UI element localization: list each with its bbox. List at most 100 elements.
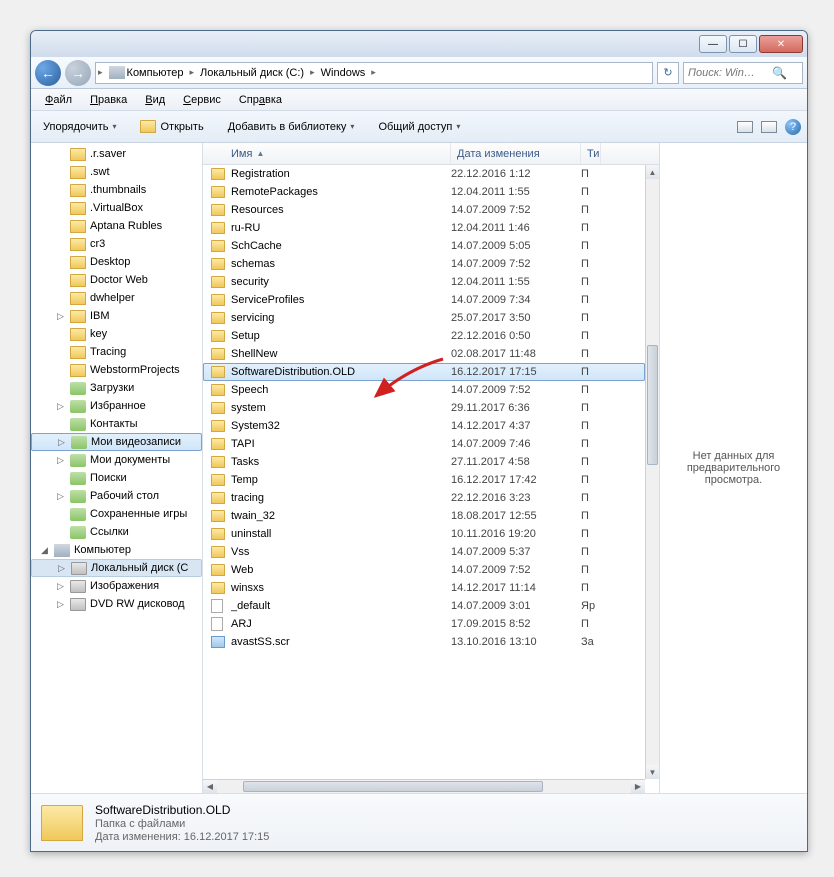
file-row[interactable]: schemas14.07.2009 7:52П (203, 255, 645, 273)
view-mode-button[interactable] (737, 121, 753, 133)
file-list[interactable]: Registration22.12.2016 1:12ПRemotePackag… (203, 165, 645, 779)
path-windows[interactable]: Windows (317, 67, 370, 79)
file-row[interactable]: uninstall10.11.2016 19:20П (203, 525, 645, 543)
open-button[interactable]: Открыть (134, 118, 209, 135)
expand-icon[interactable] (55, 275, 66, 286)
tree-item[interactable]: .thumbnails (31, 181, 202, 199)
help-icon[interactable]: ? (785, 119, 801, 135)
expand-icon[interactable] (55, 221, 66, 232)
file-row[interactable]: avastSS.scr13.10.2016 13:10За (203, 633, 645, 651)
col-type[interactable]: Ти (581, 143, 601, 164)
path-computer[interactable]: Компьютер (105, 66, 188, 79)
menu-help[interactable]: Справка (231, 92, 290, 108)
file-row[interactable]: ServiceProfiles14.07.2009 7:34П (203, 291, 645, 309)
file-row[interactable]: Setup22.12.2016 0:50П (203, 327, 645, 345)
file-row[interactable]: Registration22.12.2016 1:12П (203, 165, 645, 183)
tree-item[interactable]: Ссылки (31, 523, 202, 541)
add-library-button[interactable]: Добавить в библиотеку (222, 119, 361, 135)
expand-icon[interactable] (55, 329, 66, 340)
file-row[interactable]: _default14.07.2009 3:01Яр (203, 597, 645, 615)
expand-icon[interactable]: ▷ (56, 563, 67, 574)
scroll-thumb[interactable] (647, 345, 658, 465)
expand-icon[interactable] (55, 473, 66, 484)
expand-icon[interactable]: ▷ (55, 311, 66, 322)
file-row[interactable]: ARJ17.09.2015 8:52П (203, 615, 645, 633)
file-row[interactable]: security12.04.2011 1:55П (203, 273, 645, 291)
tree-item[interactable]: ◢Компьютер (31, 541, 202, 559)
file-row[interactable]: Temp16.12.2017 17:42П (203, 471, 645, 489)
expand-icon[interactable] (55, 383, 66, 394)
share-button[interactable]: Общий доступ (372, 119, 466, 135)
maximize-button[interactable]: ☐ (729, 35, 757, 53)
file-row[interactable]: servicing25.07.2017 3:50П (203, 309, 645, 327)
file-row[interactable]: winsxs14.12.2017 11:14П (203, 579, 645, 597)
file-row[interactable]: twain_3218.08.2017 12:55П (203, 507, 645, 525)
tree-item[interactable]: ▷Рабочий стол (31, 487, 202, 505)
scroll-left-button[interactable]: ◀ (203, 780, 217, 793)
tree-item[interactable]: cr3 (31, 235, 202, 253)
file-row[interactable]: ShellNew02.08.2017 11:48П (203, 345, 645, 363)
tree-item[interactable]: ▷Изображения (31, 577, 202, 595)
tree-item[interactable]: Загрузки (31, 379, 202, 397)
file-row[interactable]: Resources14.07.2009 7:52П (203, 201, 645, 219)
path-drive[interactable]: Локальный диск (C:) (196, 67, 308, 79)
expand-icon[interactable] (55, 365, 66, 376)
menu-edit[interactable]: Правка (82, 92, 135, 108)
scroll-up-button[interactable]: ▲ (646, 165, 659, 179)
file-row[interactable]: ru-RU12.04.2011 1:46П (203, 219, 645, 237)
nav-tree[interactable]: .r.saver.swt.thumbnails.VirtualBoxAptana… (31, 143, 203, 793)
file-row[interactable]: Tasks27.11.2017 4:58П (203, 453, 645, 471)
expand-icon[interactable]: ▷ (55, 491, 66, 502)
expand-icon[interactable]: ▷ (55, 455, 66, 466)
expand-icon[interactable] (55, 257, 66, 268)
tree-item[interactable]: .VirtualBox (31, 199, 202, 217)
expand-icon[interactable] (55, 527, 66, 538)
tree-item[interactable]: ▷Избранное (31, 397, 202, 415)
tree-item[interactable]: Tracing (31, 343, 202, 361)
tree-item[interactable]: Сохраненные игры (31, 505, 202, 523)
vertical-scrollbar[interactable]: ▲ ▼ (645, 165, 659, 779)
scroll-thumb[interactable] (243, 781, 543, 792)
expand-icon[interactable] (55, 149, 66, 160)
col-name[interactable]: Имя (203, 143, 451, 164)
tree-item[interactable]: ▷DVD RW дисковод (31, 595, 202, 613)
expand-icon[interactable]: ▷ (56, 437, 67, 448)
tree-item[interactable]: key (31, 325, 202, 343)
minimize-button[interactable]: — (699, 35, 727, 53)
forward-button[interactable]: → (65, 60, 91, 86)
expand-icon[interactable] (55, 419, 66, 430)
tree-item[interactable]: dwhelper (31, 289, 202, 307)
refresh-button[interactable]: ↻ (657, 62, 679, 84)
tree-item[interactable]: ▷IBM (31, 307, 202, 325)
expand-icon[interactable] (55, 239, 66, 250)
expand-icon[interactable] (55, 167, 66, 178)
back-button[interactable]: ← (35, 60, 61, 86)
expand-icon[interactable]: ▷ (55, 581, 66, 592)
expand-icon[interactable]: ◢ (39, 545, 50, 556)
file-row[interactable]: System3214.12.2017 4:37П (203, 417, 645, 435)
file-row[interactable]: Vss14.07.2009 5:37П (203, 543, 645, 561)
file-row[interactable]: TAPI14.07.2009 7:46П (203, 435, 645, 453)
tree-item[interactable]: Поиски (31, 469, 202, 487)
expand-icon[interactable]: ▷ (55, 401, 66, 412)
tree-item[interactable]: WebstormProjects (31, 361, 202, 379)
expand-icon[interactable] (55, 347, 66, 358)
tree-item[interactable]: Doctor Web (31, 271, 202, 289)
tree-item[interactable]: ▷Мои документы (31, 451, 202, 469)
col-date[interactable]: Дата изменения (451, 143, 581, 164)
expand-icon[interactable] (55, 185, 66, 196)
scroll-down-button[interactable]: ▼ (646, 765, 659, 779)
menu-file[interactable]: Файл (37, 92, 80, 108)
tree-item[interactable]: Контакты (31, 415, 202, 433)
search-box[interactable]: 🔍 (683, 62, 803, 84)
file-row[interactable]: SoftwareDistribution.OLD16.12.2017 17:15… (203, 363, 645, 381)
expand-icon[interactable] (55, 509, 66, 520)
tree-item[interactable]: .r.saver (31, 145, 202, 163)
menu-view[interactable]: Вид (137, 92, 173, 108)
tree-item[interactable]: .swt (31, 163, 202, 181)
file-row[interactable]: RemotePackages12.04.2011 1:55П (203, 183, 645, 201)
file-row[interactable]: tracing22.12.2016 3:23П (203, 489, 645, 507)
expand-icon[interactable]: ▷ (55, 599, 66, 610)
tree-item[interactable]: ▷Мои видеозаписи (31, 433, 202, 451)
file-row[interactable]: SchCache14.07.2009 5:05П (203, 237, 645, 255)
